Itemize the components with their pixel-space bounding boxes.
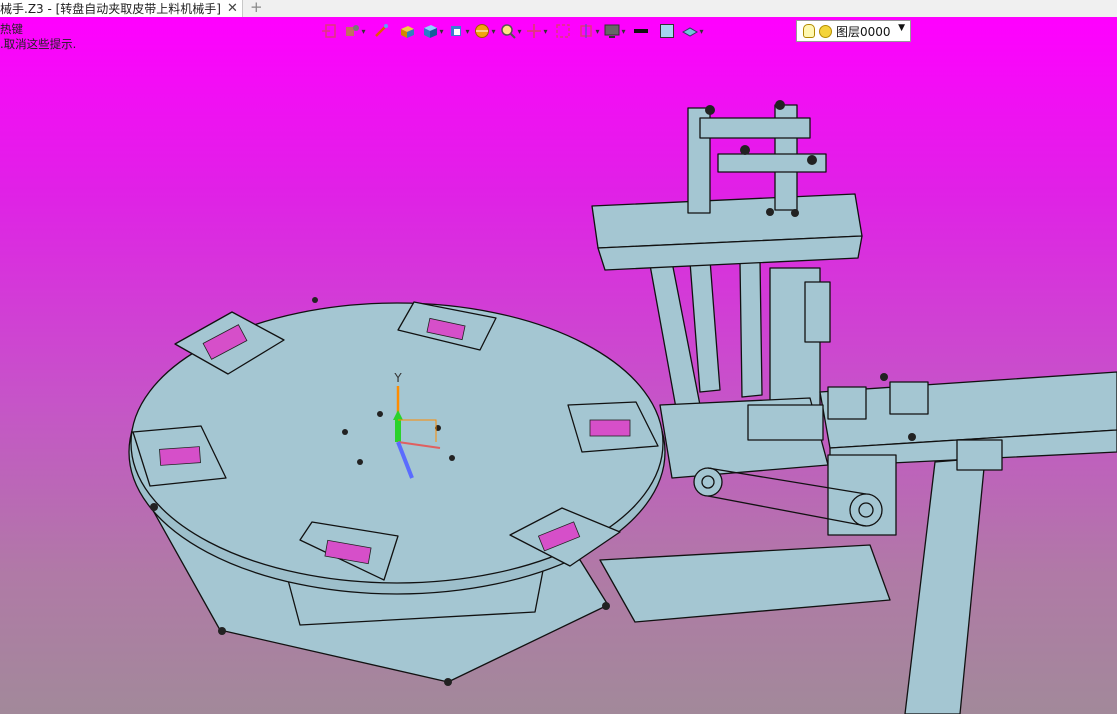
- face-color-button[interactable]: [654, 21, 680, 41]
- line-color-icon: [634, 29, 648, 33]
- chevron-down-icon[interactable]: ▼: [898, 23, 905, 33]
- document-tab-title: 械手.Z3 - [转盘自动夹取皮带上料机械手]: [0, 2, 221, 16]
- gantry-beam-top: [699, 117, 811, 139]
- chevron-down-icon: ▾: [465, 26, 470, 36]
- solid-view-button[interactable]: ▾: [420, 21, 446, 41]
- frame-icon: [556, 24, 570, 38]
- material-icon: [682, 27, 699, 37]
- layer-value: 图层0000: [836, 24, 891, 39]
- layer-color-icon: [819, 24, 832, 38]
- filter-icon: [346, 25, 360, 36]
- sphere-icon: [475, 24, 490, 38]
- chevron-down-icon: ▾: [699, 26, 704, 36]
- chevron-down-icon: ▾: [491, 26, 496, 36]
- hint-dismiss[interactable]: .取消这些提示.: [0, 37, 76, 52]
- close-tab-icon[interactable]: ✕: [227, 1, 238, 16]
- face-color-icon: [660, 24, 674, 38]
- exit-view-button[interactable]: [316, 21, 342, 41]
- zoom-button[interactable]: ▾: [498, 21, 524, 41]
- lightbulb-icon[interactable]: [803, 24, 815, 38]
- leg-clamp: [956, 439, 1003, 471]
- hint-hotkey: 热键: [0, 22, 23, 36]
- shaded-box-button[interactable]: [394, 21, 420, 41]
- svg-text:Y: Y: [393, 371, 402, 385]
- section-icon: [580, 24, 593, 38]
- pan-button[interactable]: ▾: [524, 21, 550, 41]
- 3d-viewport[interactable]: Y: [0, 17, 1117, 714]
- model-scene: Y: [128, 100, 1117, 714]
- zoom-icon: [501, 24, 517, 39]
- clamp-block: [747, 404, 824, 441]
- chevron-down-icon: ▾: [595, 26, 600, 36]
- frame-button[interactable]: [550, 21, 576, 41]
- shaded-box-icon: [401, 26, 414, 38]
- display-button[interactable]: ▾: [602, 21, 628, 41]
- product-cup-1: [827, 386, 867, 420]
- chevron-down-icon: ▾: [361, 26, 366, 36]
- machine-base-plate: [599, 544, 891, 623]
- view-direction-button[interactable]: ▾: [446, 21, 472, 41]
- chevron-down-icon: ▾: [543, 26, 548, 36]
- cube-icon: [424, 25, 438, 38]
- chevron-down-icon: ▾: [517, 26, 522, 36]
- view-cube-icon: [451, 26, 462, 36]
- pick-tool-button[interactable]: [368, 21, 394, 41]
- support-leg: [904, 457, 986, 714]
- render-mode-button[interactable]: ▾: [472, 21, 498, 41]
- driven-pulley: [849, 493, 883, 527]
- drive-pulley: [693, 467, 723, 497]
- line-color-button[interactable]: [628, 21, 654, 41]
- frame-column-right: [739, 259, 763, 398]
- material-button[interactable]: ▾: [680, 21, 706, 41]
- view-toolbar: ▾ ▾ ▾ ▾ ▾ ▾ ▾ ▾ ▾: [316, 20, 706, 42]
- eyedropper-icon: [375, 24, 388, 37]
- product-cup-2: [889, 381, 929, 415]
- new-tab-button[interactable]: +: [250, 0, 263, 16]
- tab-bar: 械手.Z3 - [转盘自动夹取皮带上料机械手] ✕ +: [0, 0, 1117, 18]
- section-button[interactable]: ▾: [576, 21, 602, 41]
- filter-select-button[interactable]: ▾: [342, 21, 368, 41]
- move-icon: [527, 24, 542, 38]
- exit-icon: [322, 24, 336, 38]
- chevron-down-icon: ▾: [621, 26, 626, 36]
- chevron-down-icon: ▾: [439, 26, 444, 36]
- document-tab[interactable]: 械手.Z3 - [转盘自动夹取皮带上料机械手] ✕: [0, 0, 243, 17]
- hint-text: 热键 .取消这些提示.: [0, 22, 76, 52]
- frame-column-mid: [689, 259, 721, 393]
- layer-select[interactable]: 图层0000 ▼: [796, 20, 911, 42]
- monitor-icon: [604, 24, 620, 38]
- slider-cylinder: [804, 281, 831, 343]
